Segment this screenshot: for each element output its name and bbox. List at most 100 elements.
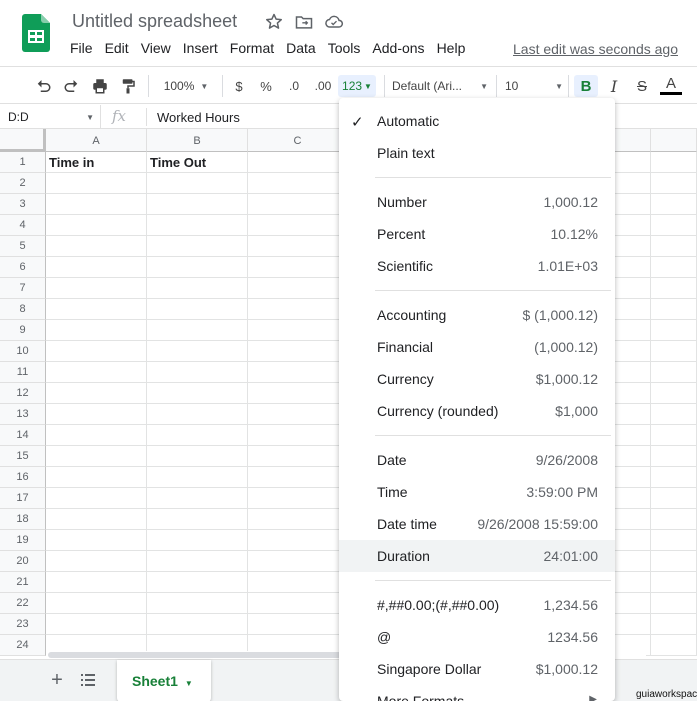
format-singapore-dollar[interactable]: Singapore Dollar $1,000.12	[339, 653, 615, 685]
undo-button[interactable]	[32, 75, 54, 97]
grid-cell[interactable]	[248, 614, 348, 635]
menu-format[interactable]: Format	[224, 40, 280, 58]
percent-format-button[interactable]: %	[256, 75, 276, 97]
menu-edit[interactable]: Edit	[99, 40, 135, 58]
grid-cell[interactable]	[147, 404, 248, 425]
add-sheet-button[interactable]: +	[46, 669, 68, 691]
grid-cell[interactable]	[248, 488, 348, 509]
italic-button[interactable]: I	[603, 75, 625, 97]
grid-cell[interactable]	[147, 215, 248, 236]
cloud-status-icon[interactable]	[324, 12, 344, 32]
grid-cell[interactable]	[651, 446, 697, 467]
grid-cell[interactable]	[46, 257, 147, 278]
format-date-time[interactable]: Date time 9/26/2008 15:59:00	[339, 508, 615, 540]
grid-cell[interactable]	[651, 488, 697, 509]
grid-cell[interactable]	[46, 194, 147, 215]
grid-cell[interactable]	[46, 572, 147, 593]
grid-cell[interactable]	[651, 383, 697, 404]
grid-cell[interactable]	[651, 530, 697, 551]
grid-cell[interactable]	[651, 509, 697, 530]
row-header[interactable]: 15	[0, 446, 46, 467]
grid-cell[interactable]	[651, 593, 697, 614]
font-select[interactable]: Default (Ari... ▼	[392, 75, 488, 97]
menu-tools[interactable]: Tools	[322, 40, 367, 58]
format-currency[interactable]: Currency $1,000.12	[339, 363, 615, 395]
row-header[interactable]: 6	[0, 257, 46, 278]
row-header[interactable]: 19	[0, 530, 46, 551]
grid-cell[interactable]	[147, 299, 248, 320]
bold-button[interactable]: B	[574, 75, 598, 97]
grid-cell[interactable]	[248, 467, 348, 488]
grid-cell[interactable]	[248, 257, 348, 278]
column-header-a[interactable]: A	[46, 129, 147, 152]
grid-cell[interactable]	[46, 404, 147, 425]
menu-help[interactable]: Help	[431, 40, 472, 58]
grid-cell[interactable]	[248, 383, 348, 404]
format-automatic[interactable]: ✓ Automatic	[339, 105, 615, 137]
row-header[interactable]: 12	[0, 383, 46, 404]
select-all-corner[interactable]	[0, 129, 46, 152]
grid-cell[interactable]	[651, 152, 697, 173]
format-percent[interactable]: Percent 10.12%	[339, 218, 615, 250]
menu-data[interactable]: Data	[280, 40, 322, 58]
grid-cell[interactable]	[147, 320, 248, 341]
grid-cell[interactable]	[248, 320, 348, 341]
grid-cell[interactable]	[651, 551, 697, 572]
all-sheets-menu-icon[interactable]	[78, 670, 98, 690]
format-scientific[interactable]: Scientific 1.01E+03	[339, 250, 615, 282]
row-header[interactable]: 18	[0, 509, 46, 530]
grid-cell[interactable]	[147, 614, 248, 635]
menu-view[interactable]: View	[135, 40, 177, 58]
grid-cell[interactable]	[651, 215, 697, 236]
grid-cell[interactable]	[248, 551, 348, 572]
grid-cell[interactable]	[248, 404, 348, 425]
format-more-formats[interactable]: More Formats ▶	[339, 685, 615, 701]
grid-cell[interactable]	[651, 320, 697, 341]
font-size-select[interactable]: 10 ▼	[505, 75, 563, 97]
grid-cell[interactable]	[248, 446, 348, 467]
grid-cell[interactable]	[46, 362, 147, 383]
grid-cell[interactable]	[147, 257, 248, 278]
currency-format-button[interactable]: $	[229, 75, 249, 97]
decrease-decimal-button[interactable]: .0	[282, 75, 306, 97]
grid-cell[interactable]	[248, 530, 348, 551]
grid-cell[interactable]	[46, 446, 147, 467]
format-duration[interactable]: Duration 24:01:00	[339, 540, 615, 572]
grid-cell[interactable]	[651, 404, 697, 425]
grid-cell[interactable]	[46, 551, 147, 572]
grid-cell[interactable]	[46, 320, 147, 341]
menu-addons[interactable]: Add-ons	[366, 40, 430, 58]
star-icon[interactable]	[264, 12, 284, 32]
cell-a1[interactable]: Time in	[46, 152, 147, 173]
row-header[interactable]: 4	[0, 215, 46, 236]
grid-cell[interactable]	[248, 299, 348, 320]
format-date[interactable]: Date 9/26/2008	[339, 444, 615, 476]
formula-input[interactable]: Worked Hours	[157, 110, 240, 125]
grid-cell[interactable]	[46, 173, 147, 194]
move-folder-icon[interactable]	[294, 12, 314, 32]
format-financial[interactable]: Financial (1,000.12)	[339, 331, 615, 363]
redo-button[interactable]	[61, 75, 83, 97]
column-header-f[interactable]	[651, 129, 697, 152]
row-header[interactable]: 24	[0, 635, 46, 656]
row-header[interactable]: 20	[0, 551, 46, 572]
row-header[interactable]: 21	[0, 572, 46, 593]
grid-cell[interactable]	[248, 194, 348, 215]
row-header[interactable]: 23	[0, 614, 46, 635]
print-button[interactable]	[89, 75, 111, 97]
row-header[interactable]: 5	[0, 236, 46, 257]
cell-b1[interactable]: Time Out	[147, 152, 248, 173]
text-color-button[interactable]: A	[660, 75, 682, 95]
grid-cell[interactable]	[248, 173, 348, 194]
grid-cell[interactable]	[651, 341, 697, 362]
grid-cell[interactable]	[248, 425, 348, 446]
sheet-tab-sheet1[interactable]: Sheet1 ▼	[117, 660, 211, 701]
grid-cell[interactable]	[147, 425, 248, 446]
name-box[interactable]: D:D ▼	[0, 105, 101, 129]
format-text-at[interactable]: @ 1234.56	[339, 621, 615, 653]
strikethrough-button[interactable]: S	[631, 75, 653, 97]
last-edit-link[interactable]: Last edit was seconds ago	[513, 41, 678, 57]
grid-cell[interactable]	[46, 467, 147, 488]
grid-cell[interactable]	[46, 278, 147, 299]
grid-cell[interactable]	[651, 278, 697, 299]
